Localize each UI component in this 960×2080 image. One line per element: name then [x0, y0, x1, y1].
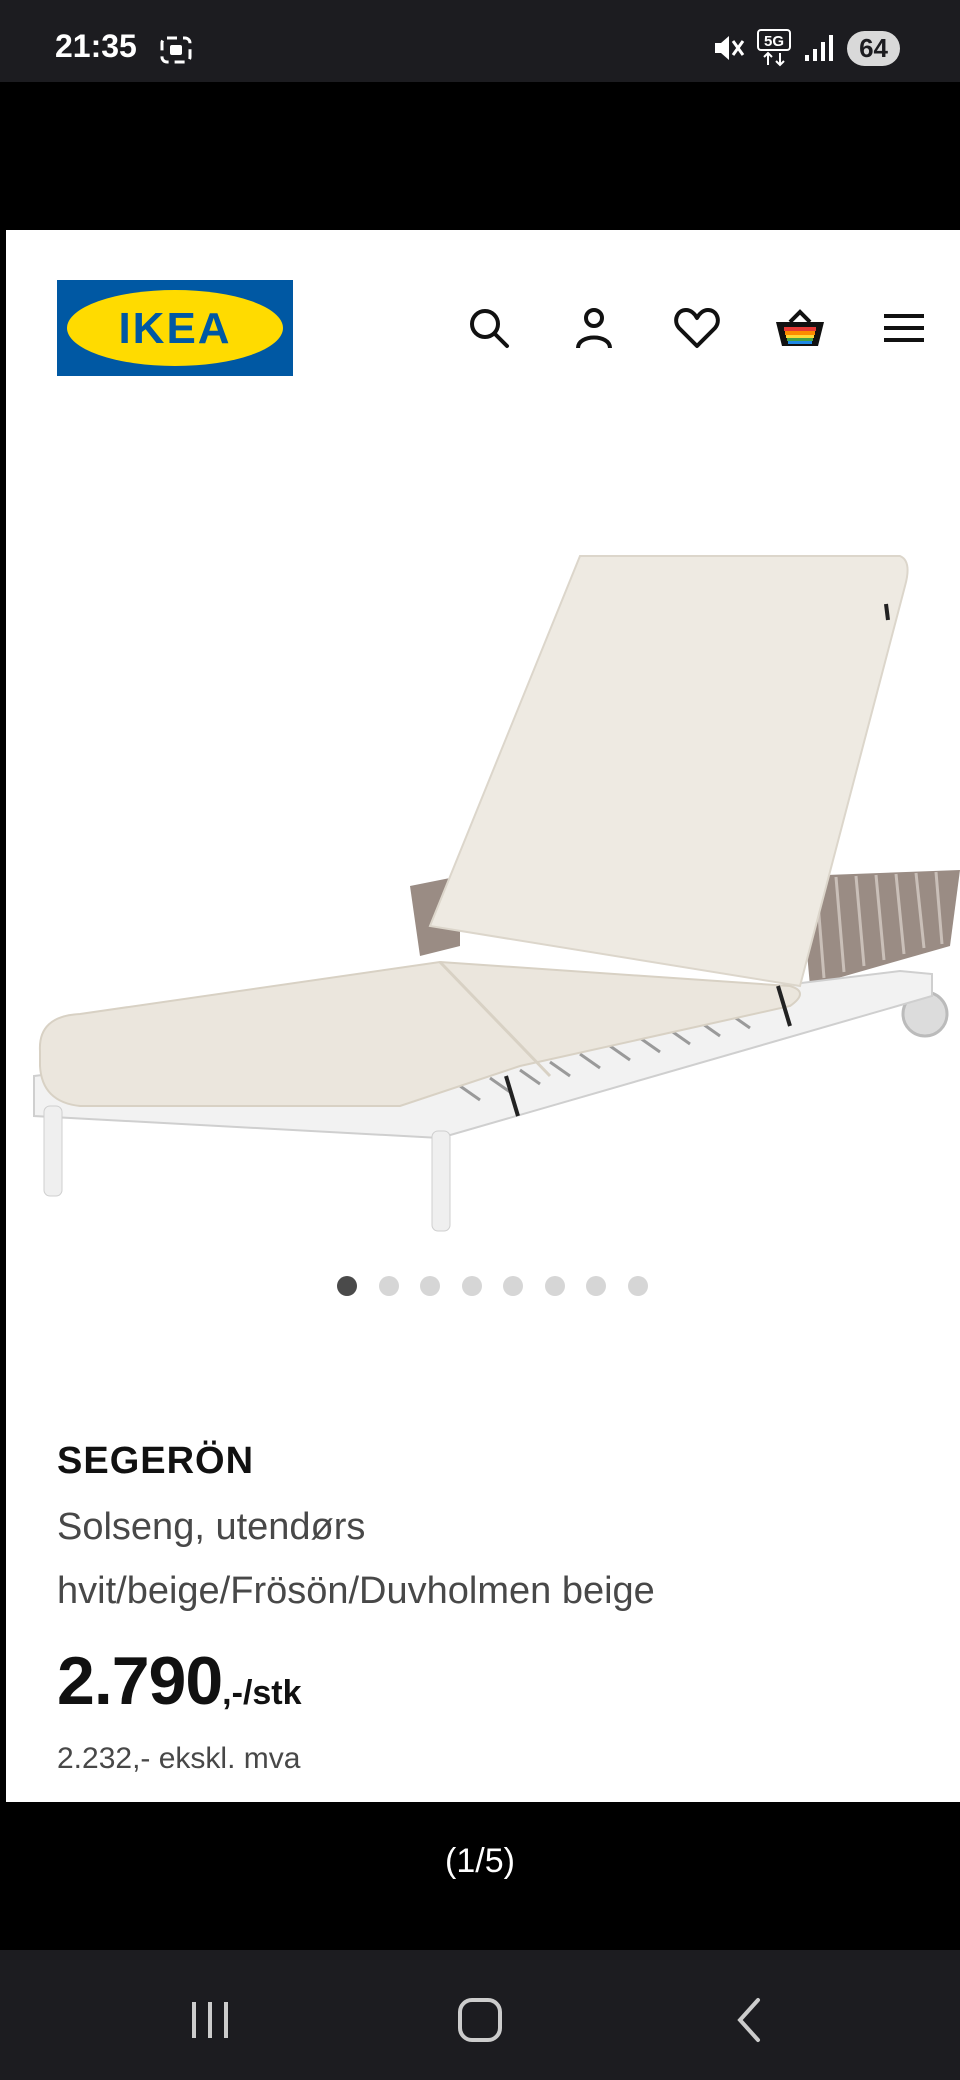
heart-icon[interactable]	[669, 300, 725, 356]
carousel-dot[interactable]	[586, 1276, 606, 1296]
page-counter: (1/5)	[445, 1842, 515, 1880]
navigation-bar	[0, 1950, 960, 2080]
account-icon[interactable]	[566, 300, 622, 356]
product-page: IKEA SEGERÖN Solseng, utendørs hvit/beig…	[6, 230, 960, 1802]
viewer-bottom-bar: (1/5)	[0, 1802, 960, 1950]
recent-apps-icon[interactable]	[180, 1990, 240, 2050]
mute-icon	[715, 36, 745, 60]
product-variant: hvit/beige/Frösön/Duvholmen beige	[57, 1570, 655, 1612]
carousel-dot[interactable]	[503, 1276, 523, 1296]
status-bar: 21:35 5G 64	[0, 0, 960, 82]
battery-indicator: 64	[847, 30, 900, 66]
viewer-top-bar	[0, 82, 960, 230]
home-icon[interactable]	[450, 1990, 510, 2050]
carousel-dot[interactable]	[627, 1276, 648, 1296]
carousel-dot[interactable]	[420, 1276, 440, 1296]
status-time: 21:35	[55, 28, 137, 64]
carousel-dot[interactable]	[461, 1276, 482, 1296]
carousel-dots	[6, 1276, 960, 1300]
basket-icon[interactable]	[772, 300, 828, 356]
price-excl-vat: 2.232,- ekskl. mva	[57, 1742, 301, 1775]
header-actions	[6, 300, 960, 356]
product-name[interactable]: SEGERÖN	[57, 1440, 254, 1483]
5g-icon: 5G	[757, 29, 792, 67]
price-amount: 2.790	[57, 1643, 223, 1719]
carousel-dot[interactable]	[337, 1276, 357, 1296]
product-type: Solseng, utendørs	[57, 1506, 366, 1548]
search-icon[interactable]	[461, 300, 517, 356]
status-icons: 5G 64	[711, 28, 900, 68]
price-suffix: ,-/stk	[222, 1674, 302, 1712]
back-icon[interactable]	[720, 1990, 780, 2050]
carousel-dot[interactable]	[378, 1276, 399, 1296]
carousel-dot[interactable]	[544, 1276, 565, 1296]
signal-icon	[805, 35, 834, 61]
screen-record-icon	[160, 36, 192, 64]
product-image[interactable]	[20, 426, 960, 1356]
svg-text:5G: 5G	[764, 33, 784, 50]
price: 2.790,-/stk	[57, 1642, 302, 1720]
menu-icon[interactable]	[876, 300, 932, 356]
